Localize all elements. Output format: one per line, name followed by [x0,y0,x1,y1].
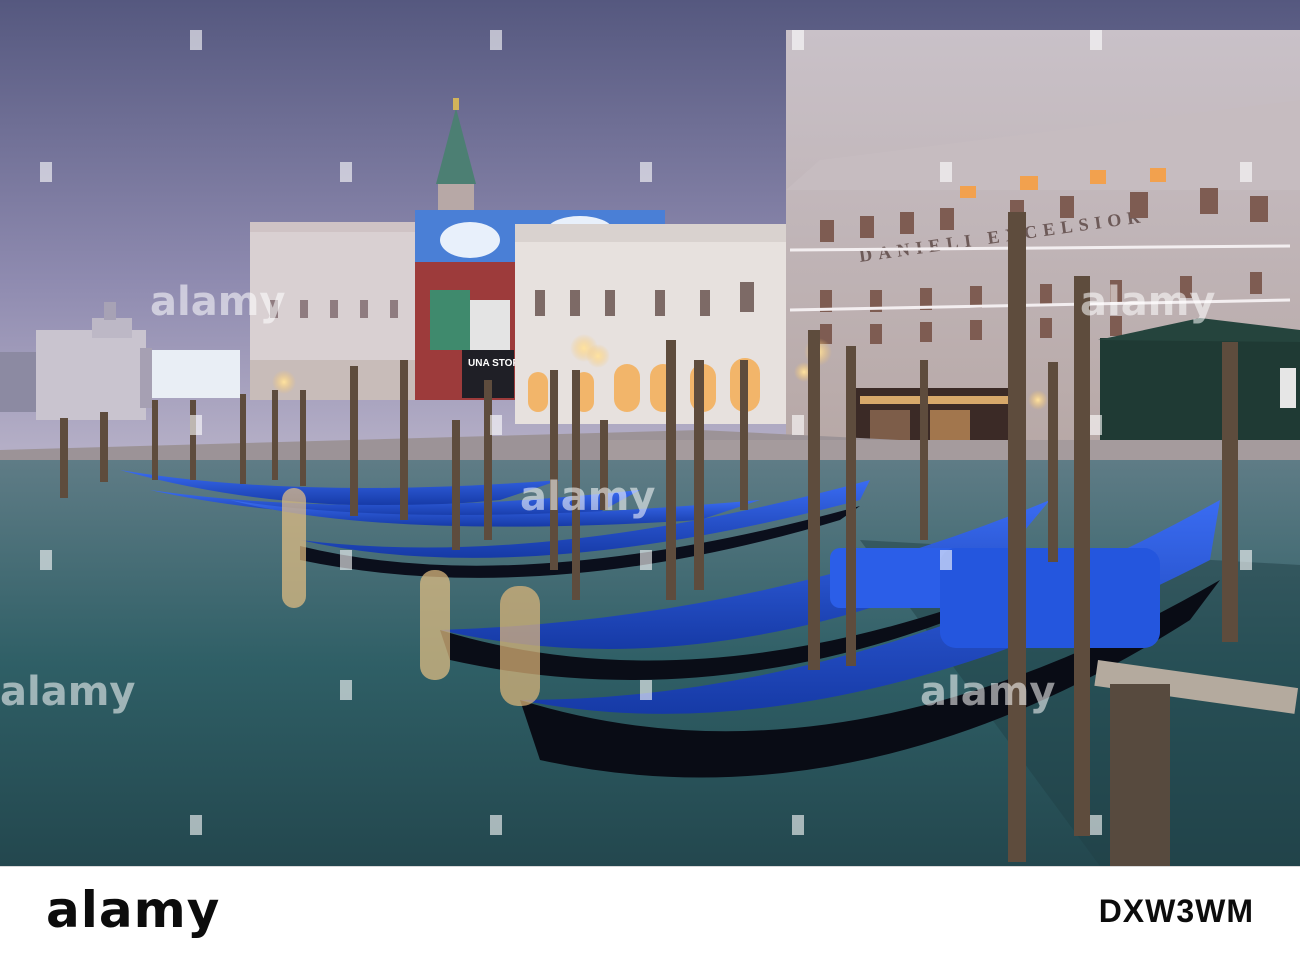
watermark-text: alamy [1080,279,1215,325]
watermark-text: alamy [150,279,285,325]
stock-id: DXW3WM [1098,893,1254,929]
watermark-text: alamy [920,669,1055,715]
venice-scene: UNA STORIA IT DANIELI EXCELSIOR alamy al… [0,0,1300,866]
photo: UNA STORIA IT DANIELI EXCELSIOR alamy al… [0,0,1300,866]
brand-logo: alamy [46,881,221,939]
watermark-text: alamy [0,669,135,715]
watermark-text: alamy [520,474,655,520]
footer-bar: alamy DXW3WM [0,866,1300,956]
